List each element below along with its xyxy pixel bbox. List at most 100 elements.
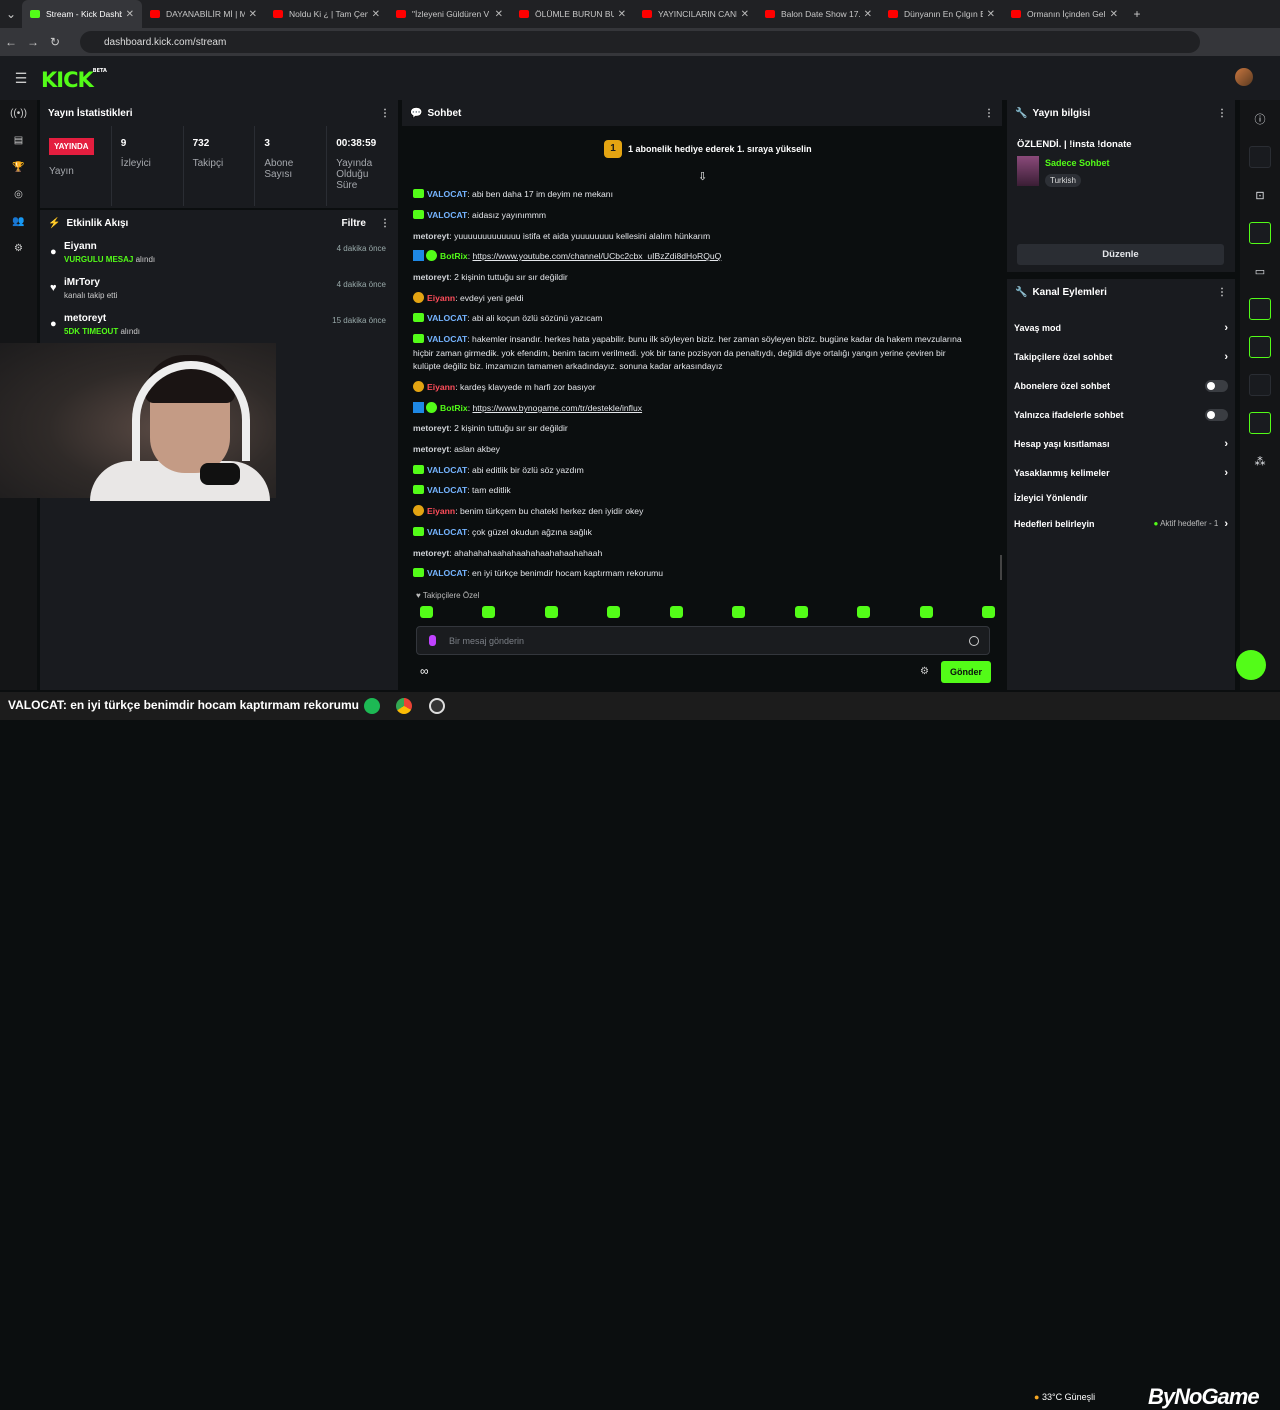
community-icon[interactable]: 👥 (0, 208, 37, 235)
chat-username[interactable]: VALOCAT (427, 334, 467, 344)
forward-arrow-icon[interactable]: → (22, 35, 44, 49)
emote-icon[interactable] (794, 606, 808, 618)
close-tab-icon[interactable]: ✕ (741, 9, 749, 20)
toggle-switch[interactable] (1205, 408, 1228, 421)
tab-2[interactable]: Noldu Ki ¿ | Tam Çen ✕ (265, 0, 388, 28)
chrome-icon[interactable] (396, 698, 412, 714)
emote-icon[interactable] (669, 606, 683, 618)
tab-8[interactable]: Ormanın İçinden Gel ✕ (1003, 0, 1126, 28)
action-banned-words[interactable]: Yasaklanmış kelimeler › (1007, 458, 1235, 487)
stream-category[interactable]: Sadece Sohbet (1045, 158, 1110, 168)
chat-username[interactable]: VALOCAT (427, 313, 467, 323)
action-followers-only[interactable]: Takipçilere özel sohbet › (1007, 342, 1235, 371)
emote-icon[interactable] (482, 606, 496, 618)
pinned-gift-banner[interactable]: 11 abonelik hediye ederek 1. sıraya yüks… (604, 140, 812, 158)
settings-gear-icon[interactable]: ⚙ (0, 235, 37, 262)
tab-7[interactable]: Dünyanın En Çılgın B ✕ (880, 0, 1003, 28)
chat-username[interactable]: metoreyt (413, 231, 449, 241)
chat-username[interactable]: VALOCAT (427, 527, 467, 537)
send-button[interactable]: Gönder (941, 661, 991, 683)
edit-button[interactable]: Düzenle (1017, 244, 1224, 265)
screenshot-icon[interactable]: ⊡ (1240, 176, 1280, 214)
more-options-icon[interactable]: ⋮ (380, 218, 390, 229)
chat-link[interactable]: https://www.bynogame.com/tr/destekle/inf… (472, 403, 642, 413)
analytics-icon[interactable]: ▤ (0, 127, 37, 154)
tab-6[interactable]: Balon Date Show 17. ✕ (757, 0, 880, 28)
chat-username[interactable]: metoreyt (413, 548, 449, 558)
emote-icon[interactable] (981, 606, 995, 618)
emote-icon[interactable] (607, 606, 621, 618)
chat-username[interactable]: VALOCAT (427, 485, 467, 495)
hamburger-menu-icon[interactable]: ☰ (10, 70, 32, 87)
more-options-icon[interactable]: ⋮ (984, 108, 994, 119)
spotify-icon[interactable] (364, 698, 380, 714)
chat-username[interactable]: Eiyann (427, 506, 455, 516)
more-options-icon[interactable]: ⋮ (1217, 287, 1227, 298)
infinity-points-icon[interactable]: ∞ (420, 664, 429, 678)
close-tab-icon[interactable]: ✕ (1110, 9, 1118, 20)
chat-username[interactable]: VALOCAT (427, 568, 467, 578)
chat-settings-gear-icon[interactable]: ⚙ (920, 666, 929, 677)
close-tab-icon[interactable]: ✕ (249, 9, 257, 20)
tab-list-chevron-icon[interactable]: ⌄ (0, 7, 22, 21)
kick-logo[interactable]: KICKBETA (41, 68, 107, 92)
trophy-icon[interactable]: 🏆 (0, 154, 37, 181)
microphone-icon[interactable] (429, 635, 436, 646)
emoji-picker-icon[interactable] (969, 636, 979, 646)
user-avatar[interactable] (1235, 68, 1253, 86)
close-tab-icon[interactable]: ✕ (864, 9, 872, 20)
weather-widget[interactable]: ● 33°C Güneşli (1034, 1392, 1095, 1402)
obs-icon[interactable] (429, 698, 445, 714)
chat-username[interactable]: metoreyt (413, 423, 449, 433)
more-options-icon[interactable]: ⋮ (380, 108, 390, 119)
emote-icon[interactable] (919, 606, 933, 618)
close-tab-icon[interactable]: ✕ (618, 9, 626, 20)
emote-icon[interactable] (420, 606, 433, 618)
chat-toggle-icon[interactable] (1240, 290, 1280, 328)
back-arrow-icon[interactable]: ← (0, 35, 22, 49)
community-icon[interactable]: ⁂ (1240, 442, 1280, 480)
close-tab-icon[interactable]: ✕ (372, 9, 380, 20)
emote-icon[interactable] (732, 606, 746, 618)
action-host[interactable]: İzleyici Yönlendir (1007, 487, 1235, 509)
new-tab-plus-icon[interactable]: + (1126, 7, 1148, 21)
moderation-icon[interactable]: ◎ (0, 181, 37, 208)
stream-preview-icon[interactable] (1240, 328, 1280, 366)
close-tab-icon[interactable]: ✕ (495, 9, 503, 20)
chat-username[interactable]: Eiyann (427, 382, 455, 392)
toggle-switch[interactable] (1205, 379, 1228, 392)
chat-username[interactable]: BotRix (440, 251, 468, 261)
tab-5[interactable]: YAYINCILARIN CANL ✕ (634, 0, 757, 28)
url-field[interactable]: dashboard.kick.com/stream (80, 31, 1200, 53)
chat-username[interactable]: BotRix (440, 403, 468, 413)
emote-icon[interactable] (857, 606, 871, 618)
reload-icon[interactable]: ↻ (44, 35, 66, 49)
info-icon[interactable]: ⓘ (1240, 100, 1280, 138)
quick-action-icon[interactable] (1240, 214, 1280, 252)
chat-link[interactable]: https://www.youtube.com/channel/UCbc2cbx… (472, 251, 721, 261)
tools-wrench-icon[interactable] (1240, 404, 1280, 442)
chat-username[interactable]: metoreyt (413, 444, 449, 454)
chat-username[interactable]: metoreyt (413, 272, 449, 282)
action-account-age[interactable]: Hesap yaşı kısıtlaması › (1007, 429, 1235, 458)
tab-3[interactable]: "İzleyeni Güldüren V ✕ (388, 0, 511, 28)
collapse-pinned-icon[interactable]: ⇩ (698, 170, 707, 183)
chat-username[interactable]: VALOCAT (427, 465, 467, 475)
filter-button[interactable]: Filtre (342, 218, 366, 229)
chat-message-input[interactable]: Bir mesaj gönderin (416, 626, 990, 655)
edit-pencil-icon[interactable] (1240, 138, 1280, 176)
action-goals[interactable]: Hedefleri belirleyin ● Aktif hedefler - 1… (1007, 509, 1235, 538)
chat-scrollbar[interactable] (1000, 555, 1002, 580)
tab-0[interactable]: Stream - Kick Dashb ✕ (22, 0, 142, 28)
tab-1[interactable]: DAYANABİLİR Mİ | M ✕ (142, 0, 265, 28)
more-options-icon[interactable]: ⋮ (1217, 108, 1227, 119)
action-slow-mode[interactable]: Yavaş mod › (1007, 313, 1235, 342)
chat-username[interactable]: VALOCAT (427, 189, 467, 199)
support-headset-icon[interactable] (1236, 650, 1266, 680)
emote-icon[interactable] (544, 606, 558, 618)
chat-username[interactable]: VALOCAT (427, 210, 467, 220)
clipboard-icon[interactable]: ▭ (1240, 252, 1280, 290)
close-tab-icon[interactable]: ✕ (126, 9, 134, 20)
chat-username[interactable]: Eiyann (427, 293, 455, 303)
broadcast-icon[interactable]: ((•)) (0, 100, 37, 127)
